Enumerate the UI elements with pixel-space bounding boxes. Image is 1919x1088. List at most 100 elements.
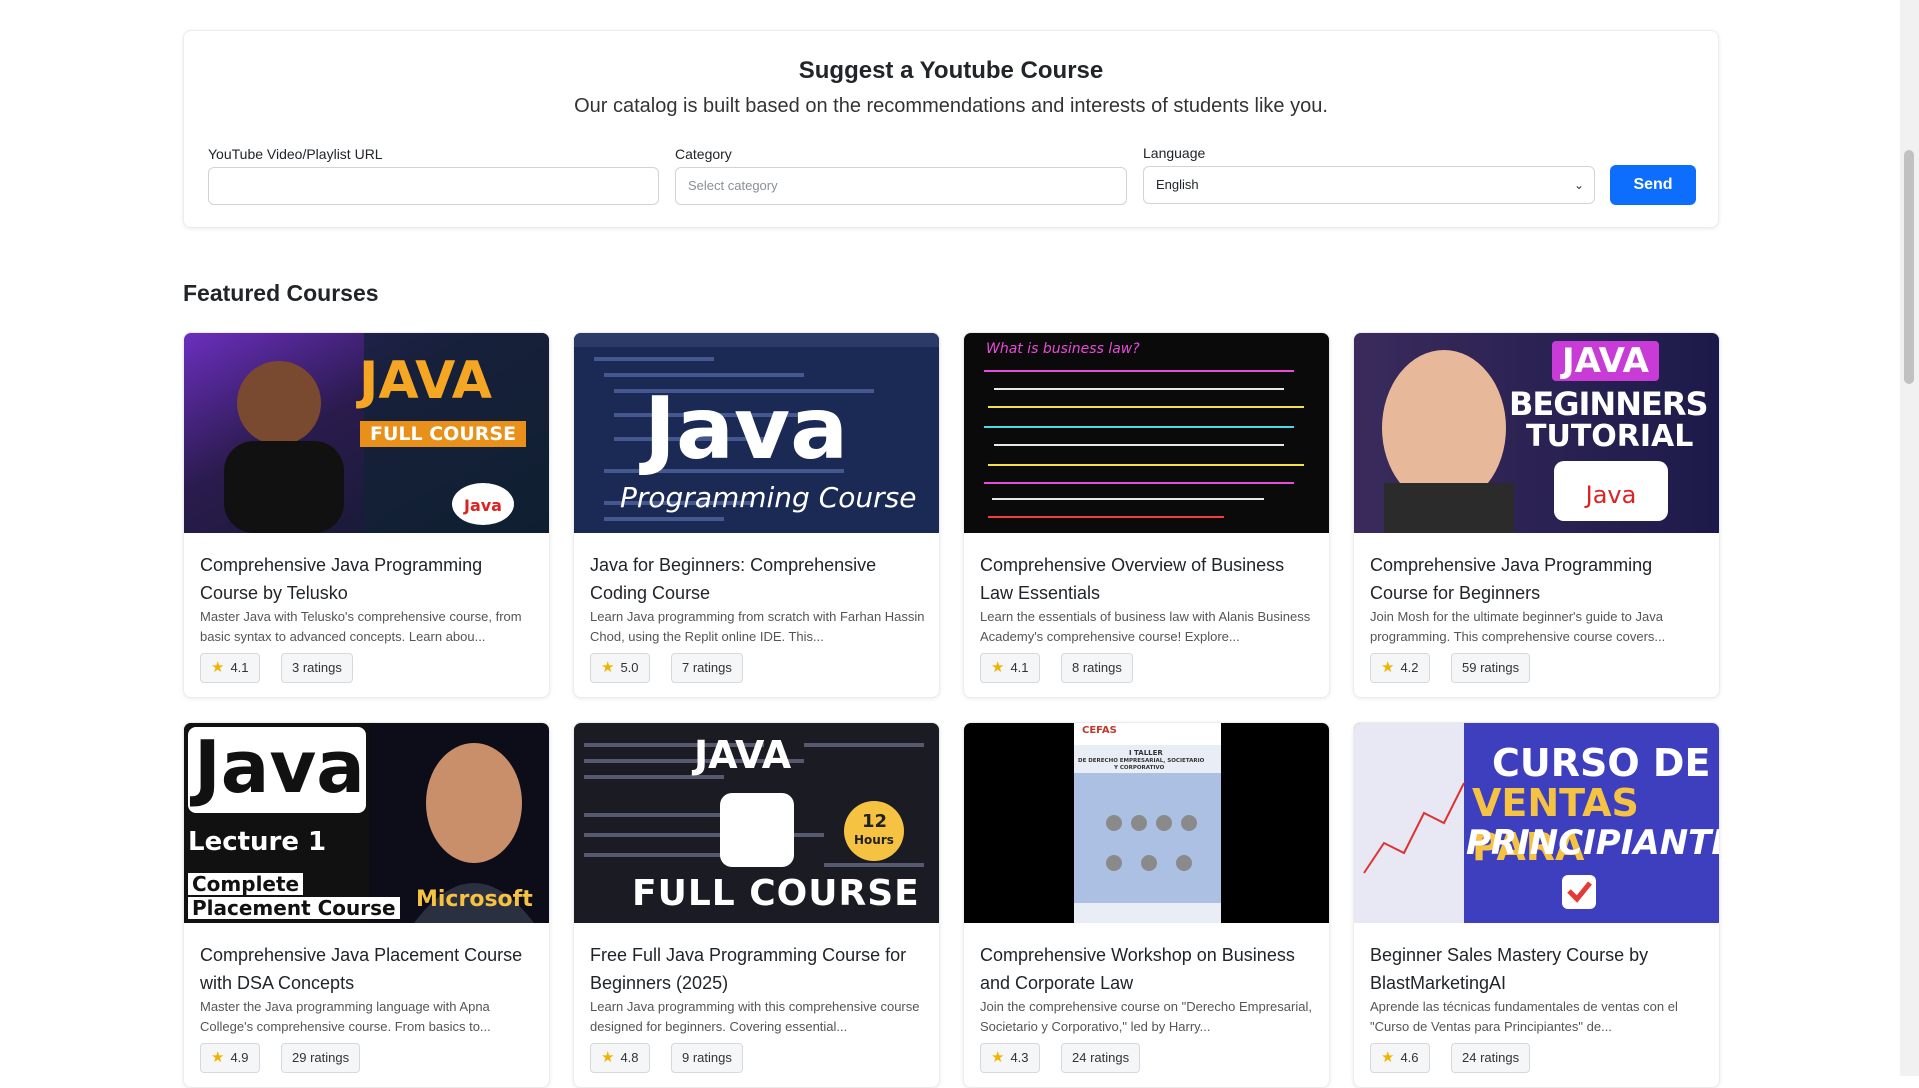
course-description: Master Java with Telusko's comprehensive…	[200, 609, 522, 644]
ratings-count-badge: 29 ratings	[281, 1043, 361, 1073]
course-title[interactable]: Comprehensive Java Placement Course with…	[200, 941, 535, 997]
send-button[interactable]: Send	[1610, 165, 1696, 205]
suggest-title: Suggest a Youtube Course	[798, 57, 1104, 84]
thumb-text: TUTORIAL	[1526, 419, 1694, 454]
ratings-count-badge: 59 ratings	[1451, 653, 1531, 683]
star-icon: ★	[1381, 1049, 1395, 1066]
rating-badge: ★ 4.2	[1370, 653, 1430, 683]
star-icon: ★	[211, 659, 225, 676]
rating-value: 4.6	[1400, 1050, 1419, 1065]
thumb-text: Java	[194, 725, 365, 809]
course-title[interactable]: Comprehensive Java Programming Course by…	[200, 551, 535, 607]
page: Suggest a Youtube Course Our catalog is …	[0, 0, 1900, 1088]
rating-value: 4.9	[230, 1050, 249, 1065]
thumb-text: What is business law?	[986, 341, 1140, 357]
rating-value: 4.3	[1010, 1050, 1029, 1065]
thumb-text: I TALLER	[1129, 749, 1163, 757]
thumb-text: Y CORPORATIVO	[1114, 765, 1165, 771]
rating-value: 5.0	[620, 660, 639, 675]
rating-value: 4.2	[1400, 660, 1419, 675]
chevron-down-icon: ⌄	[1573, 178, 1584, 192]
category-placeholder: Select category	[688, 178, 778, 193]
course-thumbnail[interactable]: JAVA FULL COURSE 12 Hours	[574, 723, 939, 923]
course-description: Join Mosh for the ultimate beginner's gu…	[1370, 609, 1666, 644]
thumb-text: BEGINNERS	[1509, 385, 1709, 423]
language-select[interactable]: English ⌄	[1143, 166, 1595, 204]
url-input[interactable]	[208, 167, 659, 205]
ratings-count-badge: 24 ratings	[1451, 1043, 1531, 1073]
course-description: Learn the essentials of business law wit…	[980, 609, 1311, 644]
course-title[interactable]: Comprehensive Java Programming Course fo…	[1370, 551, 1705, 607]
rating-badge: ★ 4.1	[980, 653, 1040, 683]
course-card[interactable]: JAVA BEGINNERS TUTORIAL Java Comprehensi…	[1353, 332, 1720, 698]
category-input[interactable]: Select category	[675, 167, 1127, 205]
featured-courses-heading: Featured Courses	[183, 280, 379, 306]
course-thumbnail[interactable]: CEFAS I TALLER DE DERECHO EMPRESARIAL, S…	[964, 723, 1329, 923]
course-card[interactable]: JAVA FULL COURSE Java Comprehensive Java…	[183, 332, 550, 698]
star-icon: ★	[1381, 659, 1395, 676]
thumb-text: Hours	[854, 833, 894, 847]
thumb-text: FULL COURSE	[360, 421, 527, 447]
star-icon: ★	[991, 659, 1005, 676]
suggest-course-card: Suggest a Youtube Course Our catalog is …	[183, 30, 1719, 228]
course-thumbnail[interactable]: Java Programming Course	[574, 333, 939, 533]
ratings-count-badge: 7 ratings	[671, 653, 743, 683]
course-title[interactable]: Java for Beginners: Comprehensive Coding…	[590, 551, 925, 607]
course-description: Master the Java programming language wit…	[200, 999, 491, 1034]
rating-badge: ★ 4.1	[200, 653, 260, 683]
java-logo: Java	[1554, 461, 1668, 521]
course-thumbnail[interactable]: JAVA BEGINNERS TUTORIAL Java	[1354, 333, 1719, 533]
thumb-text: Microsoft	[416, 887, 533, 912]
course-thumbnail[interactable]: JAVA FULL COURSE Java	[184, 333, 549, 533]
star-icon: ★	[991, 1049, 1005, 1066]
course-thumbnail[interactable]: CURSO DE VENTAS PARA PRINCIPIANTES	[1354, 723, 1719, 923]
course-description: Learn Java programming with this compreh…	[590, 999, 920, 1034]
course-card[interactable]: Java Programming Course Java for Beginne…	[573, 332, 940, 698]
course-card[interactable]: Java Lecture 1 Complete Placement Course…	[183, 722, 550, 1088]
course-description: Join the comprehensive course on "Derech…	[980, 999, 1312, 1034]
java-logo: Java	[452, 483, 514, 525]
thumb-text: DE DERECHO EMPRESARIAL, SOCIETARIO	[1078, 758, 1205, 764]
ratings-count-badge: 9 ratings	[671, 1043, 743, 1073]
suggest-subtitle: Our catalog is built based on the recomm…	[574, 95, 1328, 117]
thumb-text: 12	[862, 811, 888, 832]
rating-value: 4.1	[230, 660, 249, 675]
thumb-text: CURSO DE	[1492, 741, 1711, 785]
thumb-text: PRINCIPIANTES	[1466, 823, 1719, 863]
course-card[interactable]: CURSO DE VENTAS PARA PRINCIPIANTES Begin…	[1353, 722, 1720, 1088]
thumb-text: Complete	[188, 873, 304, 895]
scrollbar-thumb[interactable]	[1904, 150, 1914, 384]
rating-badge: ★ 4.6	[1370, 1043, 1430, 1073]
rating-badge: ★ 4.8	[590, 1043, 650, 1073]
rating-badge: ★ 5.0	[590, 653, 650, 683]
vertical-scrollbar[interactable]	[1900, 0, 1919, 1076]
url-label: YouTube Video/Playlist URL	[208, 146, 383, 162]
thumb-text: JAVA	[1552, 341, 1659, 381]
course-thumbnail[interactable]: What is business law?	[964, 333, 1329, 533]
course-card[interactable]: What is business law? Comprehensive Over…	[963, 332, 1330, 698]
thumb-text: Lecture 1	[188, 827, 327, 857]
course-title[interactable]: Free Full Java Programming Course for Be…	[590, 941, 925, 997]
thumb-text: JAVA	[359, 351, 493, 411]
rating-value: 4.8	[620, 1050, 639, 1065]
thumb-text: CEFAS	[1082, 725, 1117, 736]
course-thumbnail[interactable]: Java Lecture 1 Complete Placement Course…	[184, 723, 549, 923]
course-title[interactable]: Beginner Sales Mastery Course by BlastMa…	[1370, 941, 1705, 997]
ratings-count-badge: 8 ratings	[1061, 653, 1133, 683]
language-label: Language	[1143, 145, 1206, 161]
rating-badge: ★ 4.9	[200, 1043, 260, 1073]
course-title[interactable]: Comprehensive Overview of Business Law E…	[980, 551, 1315, 607]
thumb-text: Java	[644, 379, 849, 479]
thumb-text: Programming Course	[620, 481, 917, 514]
language-value: English	[1156, 177, 1199, 192]
thumb-text: JAVA	[694, 733, 792, 777]
star-icon: ★	[601, 659, 615, 676]
thumb-text: Placement Course	[188, 897, 400, 919]
ratings-count-badge: 3 ratings	[281, 653, 353, 683]
course-card[interactable]: JAVA FULL COURSE 12 Hours Free Full Java…	[573, 722, 940, 1088]
course-title[interactable]: Comprehensive Workshop on Business and C…	[980, 941, 1315, 997]
course-description: Learn Java programming from scratch with…	[590, 609, 925, 644]
course-card[interactable]: CEFAS I TALLER DE DERECHO EMPRESARIAL, S…	[963, 722, 1330, 1088]
category-label: Category	[675, 146, 732, 162]
thumb-text: FULL COURSE	[632, 873, 920, 914]
